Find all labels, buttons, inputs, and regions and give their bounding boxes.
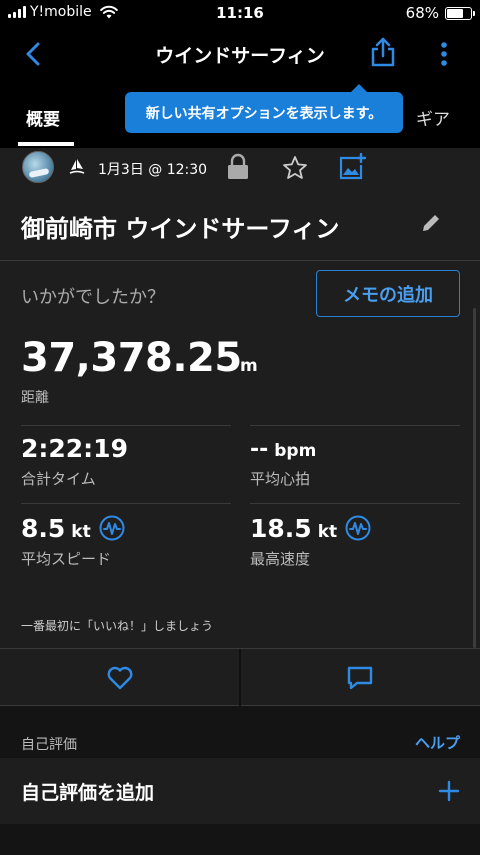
plus-icon[interactable] bbox=[438, 780, 460, 802]
tab-overview[interactable]: 概要 bbox=[26, 105, 60, 130]
edit-pencil-icon[interactable] bbox=[420, 212, 442, 234]
divider bbox=[0, 260, 480, 261]
avg-hr-number: -- bbox=[250, 437, 269, 462]
max-speed-unit: kt bbox=[317, 522, 338, 542]
max-speed-number: 18.5 bbox=[250, 514, 312, 543]
tab-active-indicator bbox=[18, 142, 74, 146]
feeling-prompt: いかがでしたか？ bbox=[21, 287, 165, 308]
action-separator bbox=[239, 649, 241, 707]
page-title: ウインドサーフィン bbox=[155, 45, 325, 67]
avg-hr-unit: bpm bbox=[274, 441, 317, 461]
tooltip-text: 新しい共有オプションを表示します。 bbox=[145, 105, 383, 122]
activity-date: 1月3日 @ 12:30 bbox=[98, 162, 208, 178]
add-photo-icon[interactable] bbox=[338, 153, 366, 181]
distance-label: 距離 bbox=[21, 390, 49, 406]
self-eval-header: 自己評価 bbox=[21, 737, 77, 753]
avg-hr-value: -- bpm bbox=[250, 437, 316, 462]
like-heart-icon[interactable] bbox=[106, 665, 134, 691]
battery-percent: 68% bbox=[405, 4, 439, 22]
activity-meta-row: 1月3日 @ 12:30 bbox=[0, 148, 480, 190]
self-evaluation-section: 自己評価 ヘルプ 自己評価を追加 bbox=[0, 706, 480, 855]
avg-hr-label: 平均心拍 bbox=[250, 470, 311, 488]
like-prompt: 一番最初に「いいね！」しましょう bbox=[21, 619, 214, 633]
speed-chart-icon[interactable] bbox=[345, 515, 371, 541]
avg-speed-value: 8.5 kt bbox=[21, 514, 125, 543]
add-self-eval-row[interactable]: 自己評価を追加 bbox=[0, 758, 480, 824]
tab-gear[interactable]: ギア bbox=[416, 105, 450, 130]
total-time-label: 合計タイム bbox=[21, 470, 96, 488]
status-bar: Y!mobile 11:16 68% bbox=[0, 0, 480, 28]
windsurf-sport-icon bbox=[69, 159, 85, 174]
avatar[interactable] bbox=[22, 151, 54, 183]
divider bbox=[21, 425, 231, 426]
total-time-number: 2:22:19 bbox=[21, 434, 128, 463]
share-options-tooltip[interactable]: 新しい共有オプションを表示します。 bbox=[125, 84, 403, 133]
activity-detail: 1月3日 @ 12:30 御前崎市 ウインドサーフィン いかがでしたか？ メモの… bbox=[0, 148, 480, 855]
avg-speed-label: 平均スピード bbox=[21, 550, 112, 568]
help-link[interactable]: ヘルプ bbox=[415, 732, 460, 753]
more-options-icon[interactable] bbox=[434, 40, 454, 68]
star-icon[interactable] bbox=[282, 155, 308, 181]
max-speed-label: 最高速度 bbox=[250, 550, 311, 568]
divider bbox=[250, 503, 460, 504]
social-action-row bbox=[0, 648, 480, 707]
nav-bar: ウインドサーフィン bbox=[0, 28, 480, 80]
battery-icon bbox=[445, 6, 475, 20]
add-memo-button[interactable]: メモの追加 bbox=[316, 270, 460, 317]
battery-fill bbox=[447, 8, 463, 18]
lock-icon[interactable] bbox=[226, 153, 250, 181]
comment-icon[interactable] bbox=[346, 665, 374, 691]
scrollbar[interactable] bbox=[473, 308, 476, 648]
status-right: 68% bbox=[405, 4, 475, 22]
distance-unit: m bbox=[240, 356, 258, 376]
share-icon[interactable] bbox=[368, 36, 398, 68]
speed-chart-icon[interactable] bbox=[99, 515, 125, 541]
max-speed-value: 18.5 kt bbox=[250, 514, 371, 543]
avg-speed-unit: kt bbox=[71, 522, 91, 542]
total-time-value: 2:22:19 bbox=[21, 434, 128, 463]
activity-title: 御前崎市 ウインドサーフィン bbox=[21, 215, 340, 243]
divider bbox=[250, 425, 460, 426]
divider bbox=[21, 503, 231, 504]
distance-value: 37,378.25 bbox=[21, 335, 242, 381]
tab-bar: 概要 ギア 新しい共有オプションを表示します。 bbox=[0, 80, 480, 148]
avg-speed-number: 8.5 bbox=[21, 514, 66, 543]
add-self-eval-label: 自己評価を追加 bbox=[21, 782, 155, 804]
